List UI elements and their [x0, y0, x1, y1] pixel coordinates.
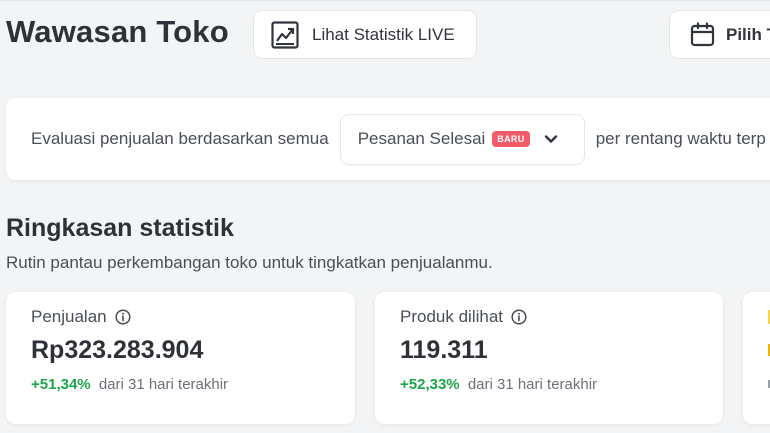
- top-divider: [0, 0, 770, 1]
- stat-change: +51,34%: [31, 376, 91, 393]
- new-badge: BARU: [492, 131, 530, 147]
- chevron-down-icon: [543, 131, 559, 147]
- next-stat-card[interactable]: [743, 292, 770, 424]
- order-status-select[interactable]: Pesanan Selesai BARU: [339, 113, 585, 165]
- stat-label: Produk dilihat: [400, 307, 504, 326]
- date-range-button[interactable]: Pilih T: [669, 10, 770, 59]
- page-title: Wawasan Toko: [6, 14, 229, 49]
- summary-title: Ringkasan statistik: [6, 214, 234, 242]
- stat-value: Rp323.283.904: [31, 336, 204, 364]
- page: Wawasan Toko Lihat Statistik LIVE Pilih …: [0, 0, 770, 433]
- views-stat-card[interactable]: Produk dilihat 119.311 +52,33% dari 31 h…: [375, 292, 723, 424]
- stat-value: 119.311: [400, 336, 488, 364]
- live-stats-label: Lihat Statistik LIVE: [312, 24, 455, 44]
- order-status-value: Pesanan Selesai: [357, 129, 486, 148]
- filter-suffix-text: per rentang waktu terp: [595, 129, 766, 148]
- date-range-label: Pilih T: [726, 24, 770, 44]
- trend-chart-icon: [271, 20, 299, 49]
- stat-label: Penjualan: [31, 307, 107, 326]
- info-icon[interactable]: [511, 309, 527, 325]
- stat-period: dari 31 hari terakhir: [467, 376, 598, 393]
- info-icon[interactable]: [115, 309, 131, 325]
- calendar-icon: [690, 22, 715, 47]
- filter-prefix-text: Evaluasi penjualan berdasarkan semua: [31, 129, 329, 148]
- live-stats-button[interactable]: Lihat Statistik LIVE: [253, 10, 477, 59]
- sales-stat-card[interactable]: Penjualan Rp323.283.904 +51,34% dari 31 …: [6, 292, 355, 424]
- summary-subtitle: Rutin pantau perkembangan toko untuk tin…: [6, 253, 493, 272]
- stat-period: dari 31 hari terakhir: [98, 376, 229, 393]
- sales-filter-card: Evaluasi penjualan berdasarkan semua Pes…: [6, 98, 770, 180]
- stat-change-row: +51,34% dari 31 hari terakhir: [31, 376, 228, 393]
- stat-change: +52,33%: [400, 376, 460, 393]
- stat-change-row: +52,33% dari 31 hari terakhir: [400, 376, 597, 393]
